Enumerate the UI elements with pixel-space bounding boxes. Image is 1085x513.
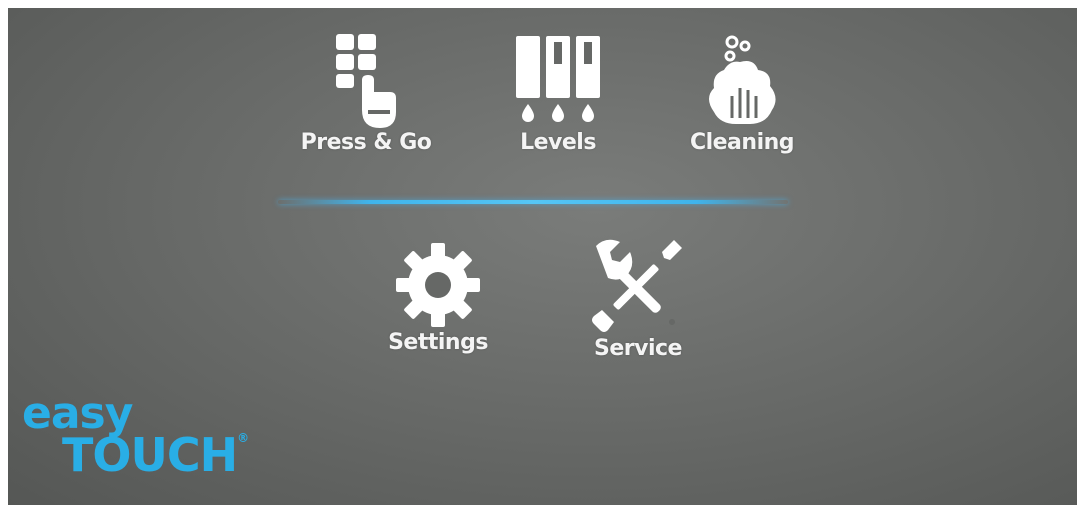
press-and-go-label: Press & Go xyxy=(300,130,432,155)
touch-screen: Press & Go Levels Cleaning Settings Serv… xyxy=(8,8,1077,505)
levels-button[interactable]: Levels xyxy=(488,34,628,155)
service-label: Service xyxy=(594,336,682,361)
settings-button[interactable]: Settings xyxy=(368,240,508,355)
gear-icon xyxy=(396,243,480,327)
levels-label: Levels xyxy=(520,130,596,155)
settings-label: Settings xyxy=(388,330,488,355)
levels-icon xyxy=(516,36,600,122)
cleaning-label: Cleaning xyxy=(689,130,795,155)
press-and-go-button[interactable]: Press & Go xyxy=(296,34,436,155)
cleaning-button[interactable]: Cleaning xyxy=(672,34,812,155)
easytouch-logo: easy TOUCH® xyxy=(22,392,249,482)
service-button[interactable]: Service xyxy=(568,236,708,361)
wrench-screwdriver-icon xyxy=(592,239,682,332)
press-and-go-icon xyxy=(336,34,396,128)
cleaning-icon xyxy=(709,35,776,124)
menu-divider xyxy=(278,200,788,204)
logo-line-touch: TOUCH® xyxy=(62,428,249,482)
